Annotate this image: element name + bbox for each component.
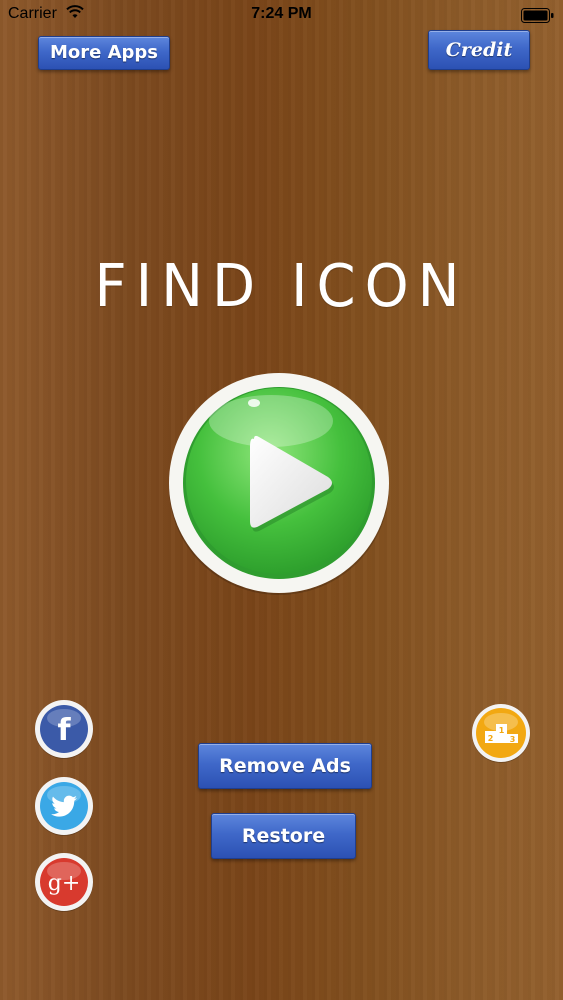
svg-text:1: 1 (499, 726, 505, 735)
leaderboard-button[interactable]: 2 1 3 (471, 703, 531, 763)
more-apps-button[interactable]: More Apps (38, 36, 170, 70)
status-bar: Carrier 7:24 PM (0, 0, 563, 30)
svg-text:3: 3 (510, 735, 516, 744)
credit-button[interactable]: Credit (428, 30, 530, 70)
facebook-icon: f (57, 713, 71, 748)
facebook-button[interactable]: f (34, 699, 94, 759)
restore-button[interactable]: Restore (211, 813, 356, 859)
google-plus-button[interactable]: g+ (34, 852, 94, 912)
battery-icon (521, 8, 554, 23)
twitter-button[interactable] (34, 776, 94, 836)
play-button[interactable] (166, 371, 392, 597)
svg-text:2: 2 (488, 734, 494, 743)
game-title: FIND ICON (94, 252, 469, 321)
status-time: 7:24 PM (251, 5, 312, 22)
google-plus-icon: g+ (48, 871, 81, 896)
remove-ads-button[interactable]: Remove Ads (198, 743, 372, 789)
